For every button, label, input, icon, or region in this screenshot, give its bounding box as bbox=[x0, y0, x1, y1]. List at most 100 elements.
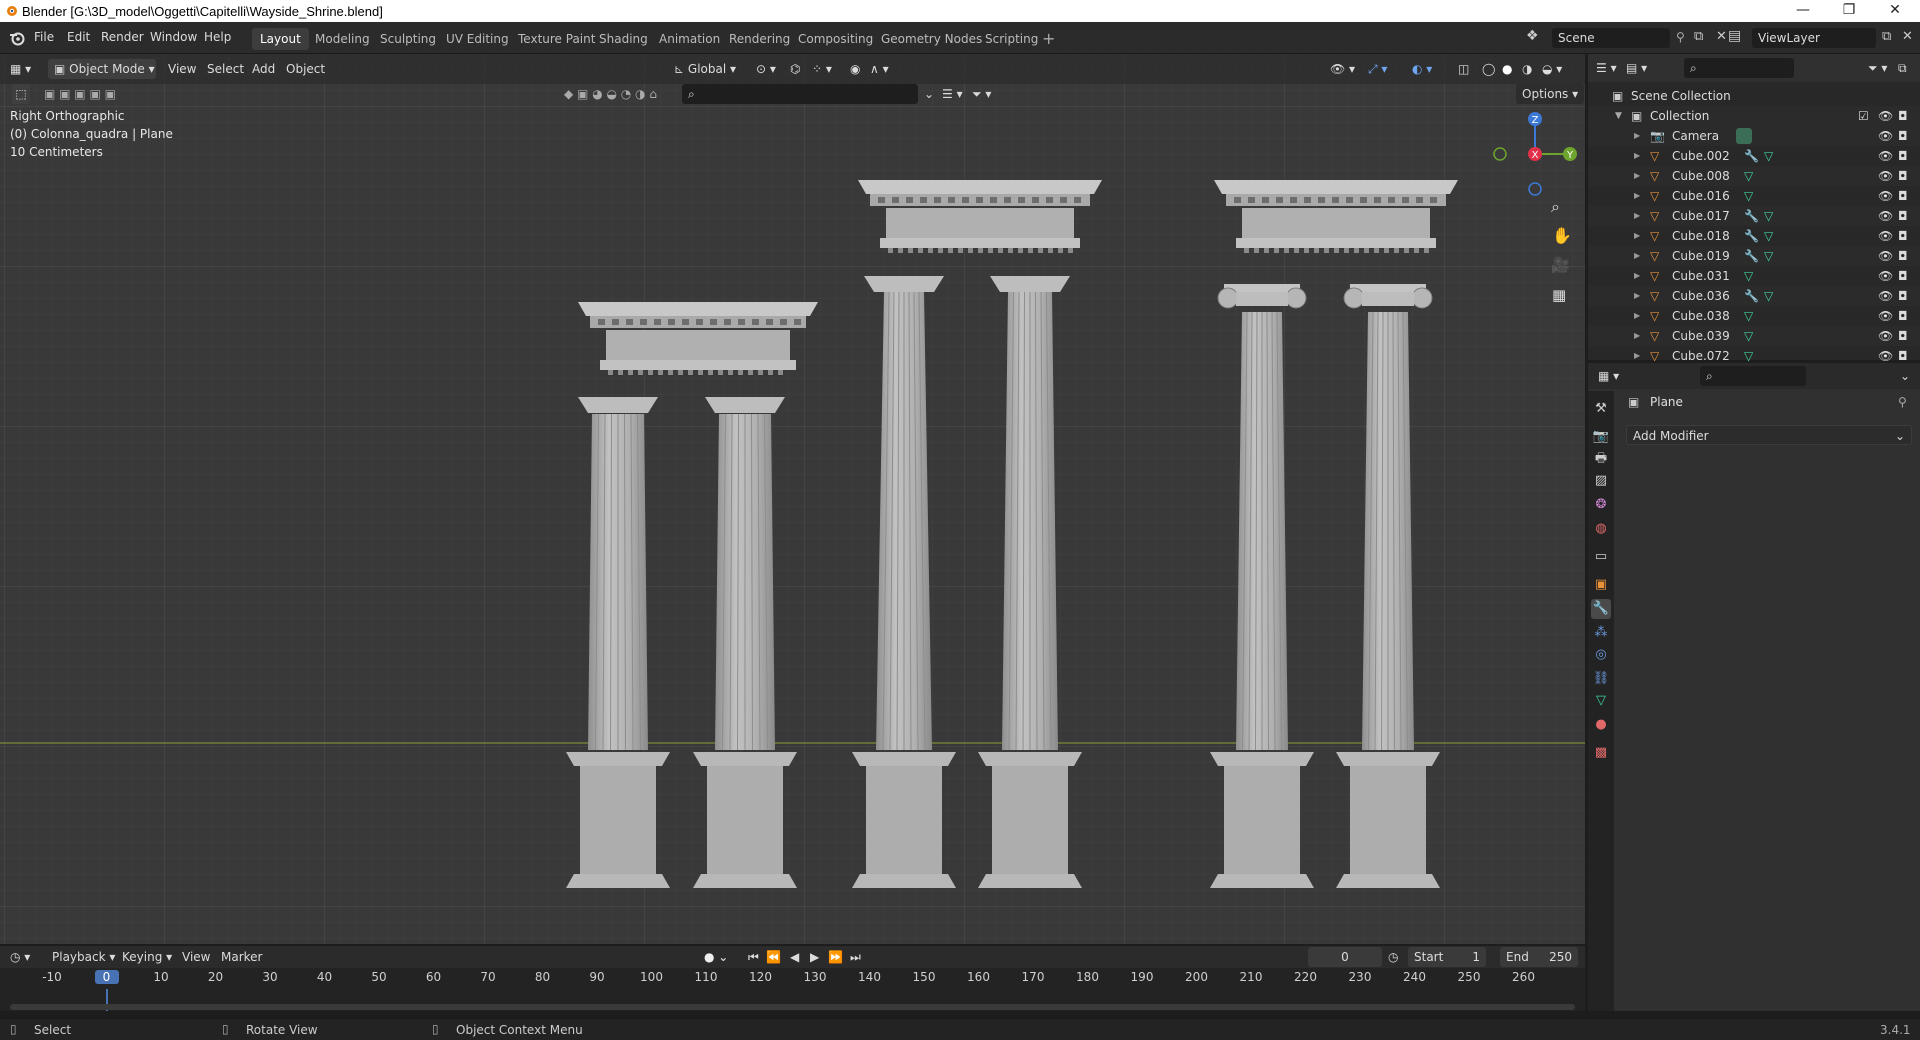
mesh-data-icon[interactable]: ▽ bbox=[1764, 246, 1773, 266]
mesh-data-icon[interactable]: ▽ bbox=[1764, 146, 1773, 166]
mesh-data-icon[interactable]: ▽ bbox=[1744, 326, 1753, 346]
visibility-eye-icon[interactable]: 👁 bbox=[1878, 246, 1893, 266]
menu-object[interactable]: Object bbox=[286, 59, 325, 79]
menu-select[interactable]: Select bbox=[207, 59, 244, 79]
render-camera-icon[interactable]: ◘ bbox=[1898, 126, 1908, 146]
properties-search-input[interactable]: ⌕ bbox=[1700, 366, 1806, 386]
navigation-gizmo[interactable]: Z Y X bbox=[1490, 109, 1580, 199]
scene-name-field[interactable]: Scene bbox=[1552, 28, 1670, 48]
particles-tab-icon[interactable]: ⁂ bbox=[1591, 623, 1611, 643]
mesh-data-icon[interactable]: ▽ bbox=[1744, 306, 1753, 326]
options-dropdown[interactable]: Options ▾ bbox=[1516, 84, 1585, 104]
properties-options-icon[interactable]: ⌄ bbox=[1900, 366, 1910, 386]
tab-rendering[interactable]: Rendering bbox=[721, 28, 798, 50]
outliner-search-input[interactable]: ⌕ bbox=[1684, 58, 1794, 78]
visibility-eye-icon[interactable]: 👁 bbox=[1878, 206, 1893, 226]
outliner-filter-icon[interactable]: ⏷ ▾ bbox=[1868, 58, 1887, 78]
visibility-eye-icon[interactable]: 👁 bbox=[1878, 226, 1893, 246]
mode-selector[interactable]: ▣ Object Mode ▾ bbox=[48, 59, 156, 79]
visibility-eye-icon[interactable]: 👁 bbox=[1878, 166, 1893, 186]
sort-icon[interactable]: ☰ ▾ bbox=[942, 84, 963, 104]
new-scene-icon[interactable]: ⧉ bbox=[1694, 29, 1703, 44]
constraints-tab-icon[interactable]: ⛓ bbox=[1591, 669, 1611, 689]
render-camera-icon[interactable]: ◘ bbox=[1898, 266, 1908, 286]
view-layer-icon[interactable]: ▤ bbox=[1728, 28, 1741, 44]
scene-selector-icon[interactable]: ❖ bbox=[1526, 28, 1544, 46]
visibility-eye-icon[interactable]: 👁 bbox=[1878, 126, 1893, 146]
modifier-icon[interactable]: 🔧 bbox=[1744, 226, 1759, 246]
mesh-data-icon[interactable]: ▽ bbox=[1764, 206, 1773, 226]
mesh-data-icon[interactable]: ▽ bbox=[1764, 286, 1773, 306]
scene-tab-icon[interactable]: ❂ bbox=[1591, 495, 1611, 515]
expand-arrow-icon[interactable]: ▶ bbox=[1634, 206, 1640, 226]
tab-modeling[interactable]: Modeling bbox=[307, 28, 378, 50]
material-tab-icon[interactable]: ● bbox=[1591, 715, 1611, 735]
outliner-item[interactable]: ▶ ▽ Cube.036 🔧 ▽ 👁 ◘ bbox=[1588, 286, 1920, 306]
expand-arrow-icon[interactable]: ▶ bbox=[1634, 126, 1640, 146]
tab-compositing[interactable]: Compositing bbox=[790, 28, 881, 50]
outliner-item[interactable]: ▶ ▽ Cube.031 ▽ 👁 ◘ bbox=[1588, 266, 1920, 286]
object-type-filter-icons[interactable]: ◆ ▣ ◕ ◒ ◔ ◑ ⌂ bbox=[564, 84, 657, 104]
timeline-scrollbar[interactable] bbox=[10, 1004, 1575, 1010]
tool-tab-icon[interactable]: ⚒ bbox=[1591, 399, 1611, 419]
mesh-data-icon[interactable]: ▽ bbox=[1744, 166, 1753, 186]
close-icon[interactable]: ✕ bbox=[1872, 0, 1918, 22]
collapse-arrow-icon[interactable]: ▼ bbox=[1615, 106, 1622, 126]
expand-arrow-icon[interactable]: ▶ bbox=[1634, 146, 1640, 166]
add-modifier-button[interactable]: Add Modifier ⌄ bbox=[1626, 425, 1912, 445]
expand-arrow-icon[interactable]: ▶ bbox=[1634, 166, 1640, 186]
blender-menu-icon[interactable] bbox=[9, 30, 25, 46]
expand-arrow-icon[interactable]: ▶ bbox=[1634, 286, 1640, 306]
wireframe-shading-icon[interactable]: ◯ bbox=[1482, 59, 1495, 79]
snap-target-icon[interactable]: ⁘ ▾ bbox=[812, 59, 832, 79]
tab-layout[interactable]: Layout bbox=[252, 28, 309, 50]
outliner-item[interactable]: ▶ ▽ Cube.017 🔧 ▽ 👁 ◘ bbox=[1588, 206, 1920, 226]
restore-icon[interactable]: ❐ bbox=[1826, 0, 1872, 22]
add-workspace-icon[interactable]: + bbox=[1042, 29, 1055, 48]
render-camera-icon[interactable]: ◘ bbox=[1898, 166, 1908, 186]
camera-view-icon[interactable]: 🎥 bbox=[1551, 256, 1570, 274]
camera-data-icon[interactable] bbox=[1736, 128, 1752, 144]
filter-icon[interactable]: ⏷ ▾ bbox=[972, 84, 991, 104]
render-camera-icon[interactable]: ◘ bbox=[1898, 246, 1908, 266]
visibility-eye-icon[interactable]: 👁 bbox=[1878, 186, 1893, 206]
mesh-data-icon[interactable]: ▽ bbox=[1744, 186, 1753, 206]
proportional-edit-icon[interactable]: ◉ bbox=[850, 59, 860, 79]
expand-arrow-icon[interactable]: ▶ bbox=[1634, 326, 1640, 346]
display-mode-icon[interactable]: ▤ ▾ bbox=[1626, 58, 1647, 78]
select-tool-icon[interactable]: ⬚ bbox=[12, 84, 30, 104]
modifier-icon[interactable]: 🔧 bbox=[1744, 146, 1759, 166]
search-dropdown-icon[interactable]: ⌄ bbox=[924, 84, 934, 104]
world-tab-icon[interactable]: ◍ bbox=[1591, 519, 1611, 539]
tab-animation[interactable]: Animation bbox=[651, 28, 728, 50]
gizmo-toggle-icon[interactable]: ⤢ ▾ bbox=[1368, 59, 1387, 79]
properties-editor-type-icon[interactable]: ▦ ▾ bbox=[1598, 366, 1619, 386]
expand-arrow-icon[interactable]: ▶ bbox=[1634, 266, 1640, 286]
menu-render[interactable]: Render bbox=[101, 30, 144, 44]
render-camera-icon[interactable]: ◘ bbox=[1898, 106, 1908, 126]
mesh-data-tab-icon[interactable]: ▽ bbox=[1591, 691, 1611, 711]
visibility-eye-icon[interactable]: 👁 bbox=[1878, 286, 1893, 306]
collection-row[interactable]: ▼ ▣ Collection ☑ 👁 ◘ bbox=[1588, 106, 1920, 126]
visibility-eye-icon[interactable]: 👁 bbox=[1878, 266, 1893, 286]
physics-tab-icon[interactable]: ◎ bbox=[1591, 645, 1611, 665]
outliner-editor-type-icon[interactable]: ☰ ▾ bbox=[1596, 58, 1617, 78]
render-camera-icon[interactable]: ◘ bbox=[1898, 286, 1908, 306]
modifier-tab-icon[interactable]: 🔧 bbox=[1591, 599, 1611, 619]
falloff-icon[interactable]: ∧ ▾ bbox=[870, 59, 889, 79]
render-camera-icon[interactable]: ◘ bbox=[1898, 226, 1908, 246]
collection-tab-icon[interactable]: ▭ bbox=[1591, 547, 1611, 567]
new-collection-icon[interactable]: ⧉ bbox=[1898, 58, 1907, 78]
output-tab-icon[interactable]: 🖶 bbox=[1591, 449, 1611, 469]
snap-icon[interactable]: ⌬ bbox=[790, 59, 800, 79]
xray-icon[interactable]: ◫ bbox=[1458, 59, 1469, 79]
tab-uv-editing[interactable]: UV Editing bbox=[438, 28, 517, 50]
render-camera-icon[interactable]: ◘ bbox=[1898, 146, 1908, 166]
frame-ruler[interactable]: -10 0 10 20 30 40 50 60 70 80 90 100 110 120 130 140 150… bbox=[0, 946, 1585, 1011]
3d-viewport[interactable]: ▦ ▾ ▣ Object Mode ▾ View Select Add Obje… bbox=[0, 54, 1585, 944]
tab-sculpting[interactable]: Sculpting bbox=[372, 28, 444, 50]
delete-scene-icon[interactable]: ✕ bbox=[1716, 29, 1727, 44]
expand-arrow-icon[interactable]: ▶ bbox=[1634, 306, 1640, 326]
pan-hand-icon[interactable]: ✋ bbox=[1552, 226, 1572, 245]
visibility-eye-icon[interactable]: 👁 bbox=[1878, 146, 1893, 166]
